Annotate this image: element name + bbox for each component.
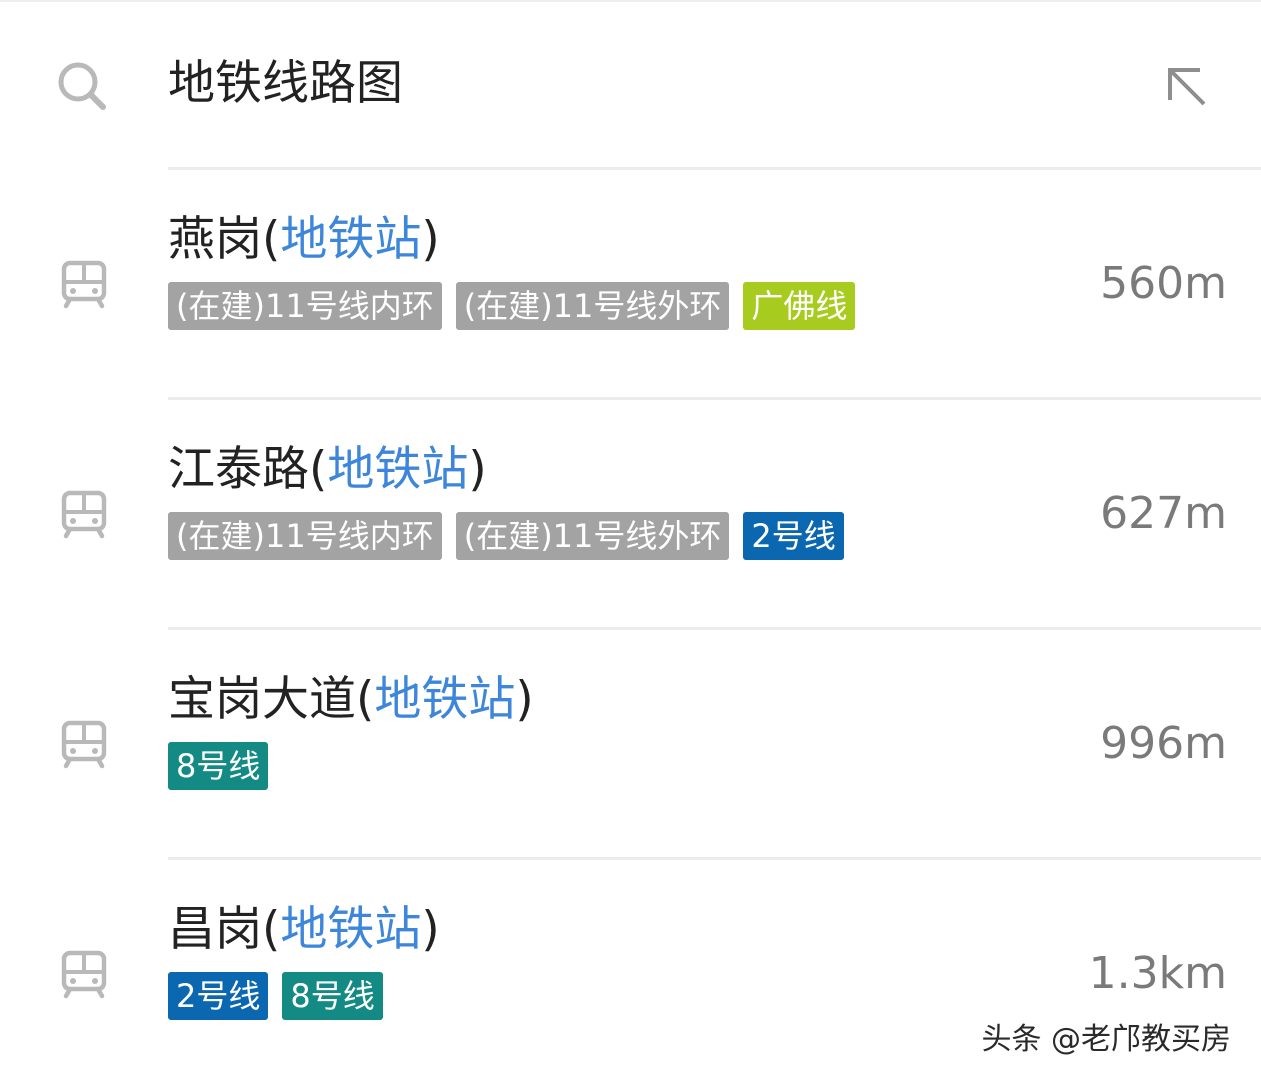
close-paren: ) (515, 672, 534, 727)
line-tag: (在建)11号线内环 (168, 282, 442, 330)
station-title: 燕岗(地铁站) (168, 208, 440, 272)
station-result-row[interactable]: 燕岗(地铁站) (在建)11号线内环 (在建)11号线外环 广佛线 560m (0, 170, 1261, 396)
line-tag: (在建)11号线内环 (168, 512, 442, 560)
station-result-row[interactable]: 宝岗大道(地铁站) 8号线 996m (0, 630, 1261, 856)
line-tags: 8号线 (168, 742, 269, 790)
close-paren: ) (421, 212, 440, 267)
open-paren: ( (309, 442, 328, 497)
station-type: 地铁站 (280, 212, 422, 267)
distance-label: 627m (1100, 488, 1227, 539)
bus-icon (58, 488, 110, 540)
line-tag: 2号线 (168, 972, 269, 1020)
open-paren: ( (262, 212, 281, 267)
line-tag: 2号线 (743, 512, 844, 560)
line-tag: 广佛线 (743, 282, 856, 330)
station-result-row[interactable]: 江泰路(地铁站) (在建)11号线内环 (在建)11号线外环 2号线 627m (0, 400, 1261, 626)
bus-icon (58, 948, 110, 1000)
distance-label: 1.3km (1088, 948, 1227, 999)
line-tags: (在建)11号线内环 (在建)11号线外环 广佛线 (168, 282, 856, 330)
open-paren: ( (356, 672, 375, 727)
close-paren: ) (468, 442, 487, 497)
line-tag: 8号线 (168, 742, 269, 790)
station-type: 地铁站 (374, 672, 516, 727)
station-name: 宝岗大道 (168, 672, 356, 727)
line-tag: (在建)11号线外环 (455, 282, 730, 330)
station-name: 江泰路 (168, 442, 309, 497)
close-paren: ) (421, 902, 440, 957)
station-title: 宝岗大道(地铁站) (168, 668, 534, 732)
station-type: 地铁站 (280, 902, 422, 957)
distance-label: 996m (1100, 718, 1227, 769)
station-title: 昌岗(地铁站) (168, 898, 440, 962)
line-tags: (在建)11号线内环 (在建)11号线外环 2号线 (168, 512, 844, 560)
station-type: 地铁站 (327, 442, 469, 497)
station-name: 燕岗 (168, 212, 262, 267)
line-tags: 2号线 8号线 (168, 972, 383, 1020)
line-tag: (在建)11号线外环 (455, 512, 730, 560)
open-paren: ( (262, 902, 281, 957)
search-query-text: 地铁线路图 (168, 56, 403, 111)
station-title: 江泰路(地铁站) (168, 438, 487, 502)
station-name: 昌岗 (168, 902, 262, 957)
bus-icon (58, 718, 110, 770)
line-tag: 8号线 (282, 972, 383, 1020)
arrow-up-left-icon[interactable] (1160, 60, 1212, 112)
search-icon (58, 62, 106, 110)
distance-label: 560m (1100, 258, 1227, 309)
bus-icon (58, 258, 110, 310)
search-suggestion-row[interactable]: 地铁线路图 (0, 0, 1261, 168)
watermark: 头条 @老邝教买房 (981, 1022, 1231, 1057)
